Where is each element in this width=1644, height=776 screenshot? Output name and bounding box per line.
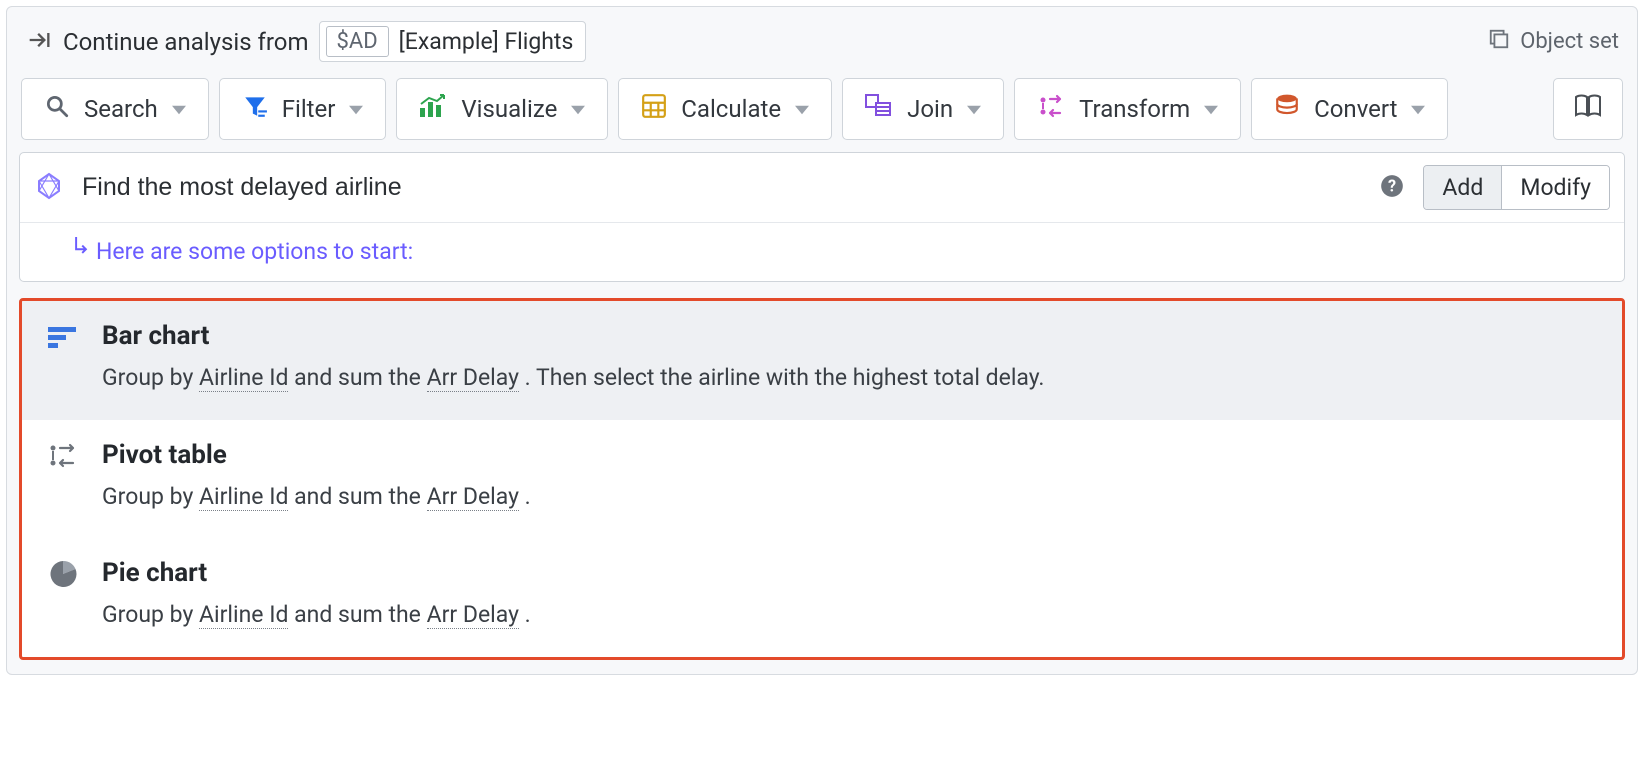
search-icon [44, 93, 70, 125]
continue-icon [25, 26, 53, 58]
chevron-down-icon [1411, 95, 1425, 123]
query-input[interactable] [82, 173, 1361, 202]
analysis-panel: Continue analysis from $AD [Example] Fli… [6, 6, 1638, 675]
convert-button[interactable]: Convert [1251, 78, 1448, 140]
suggestion-title: Bar chart [102, 321, 1596, 351]
hint-row: Here are some options to start: [20, 223, 1624, 281]
pie-icon [48, 560, 78, 592]
chevron-down-icon [571, 95, 585, 123]
suggestion-title: Pivot table [102, 440, 1596, 470]
visualize-button[interactable]: Visualize [396, 78, 608, 140]
query-row: ? Add Modify [20, 153, 1624, 223]
hint-text: Here are some options to start: [96, 238, 413, 265]
pivot-icon [48, 442, 78, 474]
chip-badge: $AD [326, 26, 389, 57]
convert-icon [1274, 93, 1300, 125]
ai-icon [34, 171, 64, 205]
suggestion-desc: Group by Airline Id and sum the Arr Dela… [102, 480, 1596, 515]
chip-label: [Example] Flights [399, 28, 574, 55]
search-button[interactable]: Search [21, 78, 209, 140]
visualize-icon [419, 93, 447, 125]
visualize-label: Visualize [461, 95, 557, 123]
transform-icon [1037, 93, 1065, 125]
filter-label: Filter [282, 95, 336, 123]
transform-label: Transform [1079, 95, 1190, 123]
calculate-button[interactable]: Calculate [618, 78, 832, 140]
calculate-icon [641, 93, 667, 125]
suggestions-box: Bar chart Group by Airline Id and sum th… [19, 298, 1625, 660]
modify-button[interactable]: Modify [1501, 166, 1609, 209]
calculate-label: Calculate [681, 95, 781, 123]
filter-icon [242, 93, 268, 125]
chevron-down-icon [795, 95, 809, 123]
suggestion-pie-chart[interactable]: Pie chart Group by Airline Id and sum th… [22, 538, 1622, 657]
svg-text:?: ? [1388, 176, 1396, 195]
suggestion-pivot-table[interactable]: Pivot table Group by Airline Id and sum … [22, 420, 1622, 539]
search-label: Search [84, 95, 158, 123]
object-set-button[interactable]: Object set [1488, 28, 1619, 56]
chevron-down-icon [967, 95, 981, 123]
bar-chart-icon [48, 323, 78, 355]
convert-label: Convert [1314, 95, 1397, 123]
suggestion-desc: Group by Airline Id and sum the Arr Dela… [102, 598, 1596, 633]
book-icon [1574, 93, 1602, 125]
source-chip[interactable]: $AD [Example] Flights [319, 21, 587, 62]
query-block: ? Add Modify Here are some options to st… [19, 152, 1625, 282]
join-label: Join [907, 95, 953, 123]
toolbar: Search Filter Visualize Calculate [19, 78, 1625, 140]
help-icon[interactable]: ? [1379, 173, 1405, 203]
chevron-down-icon [172, 95, 186, 123]
join-button[interactable]: Join [842, 78, 1004, 140]
header-title: Continue analysis from [63, 28, 309, 56]
suggestion-desc: Group by Airline Id and sum the Arr Dela… [102, 361, 1596, 396]
suggestion-bar-chart[interactable]: Bar chart Group by Airline Id and sum th… [22, 301, 1622, 420]
chevron-down-icon [1204, 95, 1218, 123]
add-button[interactable]: Add [1424, 166, 1501, 209]
hint-arrow-icon [72, 237, 90, 265]
filter-button[interactable]: Filter [219, 78, 387, 140]
join-icon [865, 93, 893, 125]
chevron-down-icon [349, 95, 363, 123]
header-row: Continue analysis from $AD [Example] Fli… [19, 17, 1625, 78]
action-pill-group: Add Modify [1423, 165, 1610, 210]
docs-button[interactable] [1553, 78, 1623, 140]
transform-button[interactable]: Transform [1014, 78, 1241, 140]
suggestion-title: Pie chart [102, 558, 1596, 588]
object-set-label: Object set [1520, 29, 1619, 54]
object-set-icon [1488, 28, 1510, 56]
